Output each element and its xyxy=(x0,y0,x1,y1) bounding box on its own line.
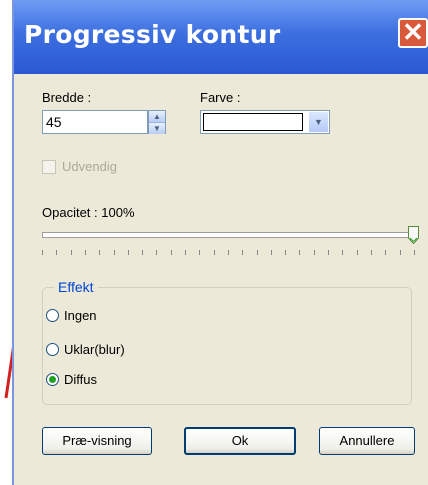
slider-tick xyxy=(227,250,229,255)
slider-tick xyxy=(70,250,72,255)
close-icon: ✕ xyxy=(402,17,424,47)
slider-tick xyxy=(185,250,186,255)
slider-tick xyxy=(156,250,158,255)
slider-tick xyxy=(285,250,287,255)
radio-ingen-label: Ingen xyxy=(64,308,97,323)
outside-label: Udvendig xyxy=(62,159,117,174)
slider-tick xyxy=(99,250,101,255)
title-bar: Progressiv kontur ✕ xyxy=(14,0,428,74)
effect-legend: Effekt xyxy=(54,279,98,295)
slider-tick xyxy=(328,250,329,255)
slider-tick xyxy=(242,250,244,255)
spin-up-icon[interactable]: ▲ xyxy=(149,111,165,123)
radio-diffus[interactable] xyxy=(46,373,59,386)
slider-tick xyxy=(270,250,272,255)
slider-tick xyxy=(42,250,43,255)
width-label: Bredde : xyxy=(42,90,92,105)
slider-tick xyxy=(413,250,415,255)
slider-tick xyxy=(385,250,387,255)
radio-uklar[interactable] xyxy=(46,343,59,356)
slider-tick xyxy=(213,250,215,255)
opacity-label: Opacitet : 100% xyxy=(42,205,135,220)
width-spinner[interactable]: ▲ ▼ xyxy=(148,110,166,134)
close-button[interactable]: ✕ xyxy=(398,18,428,48)
radio-diffus-label: Diffus xyxy=(64,372,97,387)
slider-tick xyxy=(299,250,301,255)
slider-tick xyxy=(170,250,172,255)
opacity-slider-track[interactable] xyxy=(42,232,416,238)
color-swatch xyxy=(203,113,303,131)
slider-tick xyxy=(199,250,201,255)
slider-tick xyxy=(356,250,358,255)
cancel-button[interactable]: Annullere xyxy=(319,427,415,455)
outside-checkbox[interactable] xyxy=(42,160,56,174)
radio-ingen[interactable] xyxy=(46,309,59,322)
slider-tick xyxy=(127,250,129,255)
preview-button[interactable]: Præ-visning xyxy=(42,427,152,455)
dialog-title: Progressiv kontur xyxy=(24,20,281,49)
slider-tick xyxy=(142,250,144,255)
opacity-slider-thumb[interactable] xyxy=(408,226,419,244)
slider-tick xyxy=(313,250,315,255)
slider-tick xyxy=(84,250,86,255)
width-input[interactable]: 45 xyxy=(42,110,148,134)
color-label: Farve : xyxy=(200,90,241,105)
slider-tick xyxy=(256,250,258,255)
slider-tick xyxy=(370,250,372,255)
spin-down-icon[interactable]: ▼ xyxy=(149,123,165,134)
slider-ticks xyxy=(42,250,422,256)
chevron-down-icon[interactable]: ▼ xyxy=(309,112,328,132)
ok-button[interactable]: Ok xyxy=(184,427,296,455)
dialog-window: Progressiv kontur ✕ Bredde : 45 ▲ ▼ Farv… xyxy=(12,0,428,485)
slider-tick xyxy=(342,250,344,255)
slider-tick xyxy=(56,250,58,255)
slider-tick xyxy=(399,250,401,255)
slider-tick xyxy=(113,250,115,255)
radio-uklar-label: Uklar(blur) xyxy=(64,342,125,357)
color-dropdown[interactable]: ▼ xyxy=(200,110,330,134)
